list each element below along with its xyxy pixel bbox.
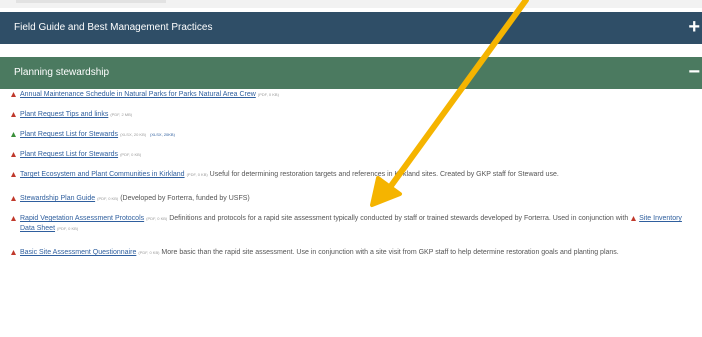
doc-link[interactable]: Stewardship Plan Guide	[20, 195, 95, 202]
item-description: (Developed by Forterra, funded by USFS)	[120, 195, 250, 202]
pdf-icon	[630, 215, 637, 222]
list-item: Annual Maintenance Schedule in Natural P…	[8, 90, 698, 100]
file-size: (PDF, 0 KB)	[146, 216, 168, 221]
doc-link[interactable]: Plant Request Tips and links	[20, 111, 108, 118]
doc-link[interactable]: Annual Maintenance Schedule in Natural P…	[20, 91, 256, 98]
planning-stewardship-panel: Annual Maintenance Schedule in Natural P…	[8, 90, 698, 272]
doc-link[interactable]: Rapid Vegetation Assessment Protocols	[20, 215, 144, 222]
top-strip	[0, 0, 702, 8]
file-size: (PDF, 0 KB)	[120, 152, 142, 157]
list-item: Plant Request Tips and links (PDF, 2 MB)	[8, 110, 698, 120]
list-item: Plant Request List for Stewards (PDF, 0 K…	[8, 150, 698, 160]
accordion-field-guide-title: Field Guide and Best Management Practice…	[14, 22, 213, 33]
doc-link[interactable]: Plant Request List for Stewards	[20, 151, 118, 158]
collapse-minus-icon[interactable]: −	[688, 57, 700, 87]
file-size: (PDF, 0 KB)	[138, 250, 160, 255]
doc-link[interactable]: Plant Request List for Stewards	[20, 131, 118, 138]
pdf-icon	[10, 249, 17, 256]
item-description: Useful for determining restoration targe…	[209, 171, 559, 178]
pdf-icon	[10, 111, 17, 118]
pdf-icon	[10, 215, 17, 222]
doc-link[interactable]: Target Ecosystem and Plant Communities i…	[20, 171, 185, 178]
pdf-icon	[10, 171, 17, 178]
file-size: (XLSX, 20 KB)	[120, 132, 147, 137]
list-item: Stewardship Plan Guide (PDF, 0 KB) (Devel…	[8, 194, 698, 204]
pdf-icon	[10, 195, 17, 202]
file-size: (PDF, 0 KB)	[186, 172, 208, 177]
item-description: Definitions and protocols for a rapid si…	[169, 215, 629, 222]
file-size: (PDF, 0 KB)	[57, 226, 79, 231]
file-size: (PDF, 2 MB)	[110, 112, 133, 117]
list-item: Target Ecosystem and Plant Communities i…	[8, 170, 698, 180]
list-item: Plant Request List for Stewards (XLSX, 20…	[8, 130, 698, 140]
accordion-planning-stewardship-title: Planning stewardship	[14, 67, 110, 78]
xlsx-link-size[interactable]: (XLSX, 20KB)	[150, 132, 175, 137]
expand-plus-icon[interactable]: +	[688, 12, 700, 42]
list-item: Basic Site Assessment Questionnaire (PDF,…	[8, 248, 698, 258]
accordion-field-guide[interactable]: Field Guide and Best Management Practice…	[0, 12, 702, 44]
pdf-icon	[10, 91, 17, 98]
top-strip-text-fade	[16, 0, 166, 3]
file-size: (PDF, 0 KB)	[257, 92, 279, 97]
doc-link[interactable]: Basic Site Assessment Questionnaire	[20, 249, 136, 256]
list-item: Rapid Vegetation Assessment Protocols (PD…	[8, 214, 698, 234]
xlsx-icon	[10, 131, 17, 138]
pdf-icon	[10, 151, 17, 158]
item-description: More basic than the rapid site assessmen…	[161, 249, 619, 256]
file-size: (PDF, 0 KB)	[97, 196, 119, 201]
accordion-planning-stewardship[interactable]: Planning stewardship −	[0, 57, 702, 89]
